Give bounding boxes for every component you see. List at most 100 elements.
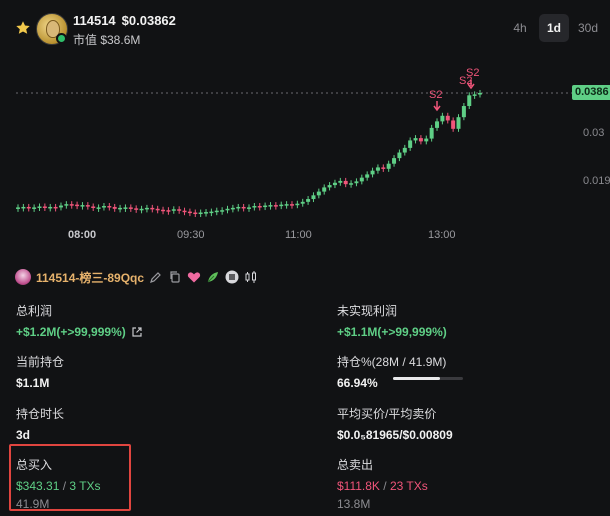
holding-time-label: 持仓时长 <box>16 407 65 421</box>
candle <box>64 204 69 206</box>
unrealized-profit: 未实现利润 +$1.1M(+>99,999%) <box>337 302 447 339</box>
current-position-label: 当前持仓 <box>16 355 65 369</box>
candle <box>418 138 423 142</box>
leaf-icon <box>207 272 219 283</box>
candle <box>134 208 139 210</box>
candle <box>257 206 262 208</box>
candle <box>177 209 182 211</box>
timeframe-4h[interactable]: 4h <box>505 14 535 42</box>
candle <box>284 204 289 206</box>
candle <box>349 183 354 185</box>
candle <box>16 207 20 209</box>
candle <box>429 127 434 139</box>
candle <box>273 205 278 207</box>
candle <box>435 121 440 128</box>
candle <box>311 195 316 200</box>
y-tick: 0.019 <box>583 175 610 187</box>
candle <box>359 177 364 182</box>
candle <box>144 207 149 210</box>
x-tick: 13:00 <box>428 229 456 241</box>
candle <box>300 201 305 204</box>
list-icon[interactable] <box>225 270 239 284</box>
star-icon[interactable] <box>15 20 31 36</box>
candle <box>343 180 348 185</box>
heart-icon[interactable] <box>187 270 201 284</box>
candle <box>171 209 176 211</box>
price-chart[interactable]: S2 S2 S2 <box>0 56 610 250</box>
candlestick-icon[interactable] <box>244 270 258 284</box>
candle <box>236 206 241 209</box>
candle <box>472 94 477 96</box>
current-position-value: $1.1M <box>16 376 50 390</box>
timeframe-30d[interactable]: 30d <box>573 14 603 42</box>
candle <box>402 147 407 153</box>
candle <box>123 207 128 209</box>
holding-time: 持仓时长 3d <box>16 405 64 442</box>
holding-time-value: 3d <box>16 428 31 442</box>
token-title: 114514 $0.03862 <box>73 13 182 28</box>
candle <box>268 205 273 207</box>
candle <box>220 210 225 212</box>
token-name: 114514 <box>73 13 116 28</box>
candle <box>327 185 332 188</box>
candle <box>241 206 246 209</box>
total-sell: 总卖出 $111.8K / 23 TXs 13.8M <box>337 456 428 511</box>
candle <box>101 206 106 208</box>
unrealized-profit-label: 未实现利润 <box>337 304 398 318</box>
candle <box>365 174 370 178</box>
candle <box>392 158 397 164</box>
avg-price-value: $0.0₅81965/$0.00809 <box>337 428 453 442</box>
sell-marker[interactable]: S2 <box>429 89 442 112</box>
y-tick: 0.03 <box>583 127 605 139</box>
candle <box>21 206 26 209</box>
candle <box>263 205 268 208</box>
holding-pct-label: 持仓%(28M / 41.9M) <box>337 355 447 369</box>
candle <box>440 115 445 122</box>
candle <box>316 191 321 196</box>
wallet-name[interactable]: 114514-榜三-89Qqc <box>36 269 144 286</box>
candle <box>230 207 235 210</box>
candle <box>32 207 37 209</box>
x-tick: 11:00 <box>285 229 312 241</box>
candle <box>413 138 418 141</box>
current-price-tag: 0.0386 <box>572 85 610 100</box>
candle <box>80 205 85 207</box>
total-profit-value-row: +$1.2M(+>99,999%) <box>16 325 143 339</box>
candle <box>478 93 482 95</box>
candle <box>166 210 171 212</box>
candle <box>53 206 58 209</box>
copy-icon[interactable] <box>168 270 182 284</box>
wallet-row: 114514-榜三-89Qqc <box>15 267 258 287</box>
total-profit: 总利润 +$1.2M(+>99,999%) <box>16 302 143 339</box>
candle <box>295 203 300 206</box>
candle <box>381 167 386 169</box>
candle <box>96 207 101 209</box>
total-sell-label: 总卖出 <box>337 458 374 472</box>
sell-marker-label: S2 <box>429 89 442 101</box>
total-sell-value-row: $111.8K / 23 TXs <box>337 479 428 493</box>
wallet-avatar <box>15 269 31 285</box>
current-position: 当前持仓 $1.1M <box>16 353 64 390</box>
candle <box>37 206 42 208</box>
sell-marker[interactable]: S2 <box>466 67 479 90</box>
edit-icon[interactable] <box>149 270 163 284</box>
candle <box>306 199 311 202</box>
token-price: $0.03862 <box>121 13 176 28</box>
candle <box>279 204 284 207</box>
candle <box>187 211 192 214</box>
candle <box>397 152 402 159</box>
arrow-down-icon <box>433 101 441 112</box>
external-link-icon[interactable] <box>131 326 143 338</box>
candle <box>445 115 450 121</box>
candle <box>408 140 413 148</box>
candle <box>128 207 133 209</box>
holding-pct-bar <box>393 377 463 380</box>
candle <box>467 95 472 107</box>
timeframe-1d[interactable]: 1d <box>539 14 569 42</box>
total-sell-tokens: 13.8M <box>337 497 371 511</box>
total-sell-txs[interactable]: 23 TXs <box>390 479 428 493</box>
x-tick: 08:00 <box>68 229 97 241</box>
sell-marker-label: S2 <box>466 67 479 79</box>
candle <box>48 206 53 209</box>
timeframe-selector: 4h 1d 30d <box>505 14 603 42</box>
